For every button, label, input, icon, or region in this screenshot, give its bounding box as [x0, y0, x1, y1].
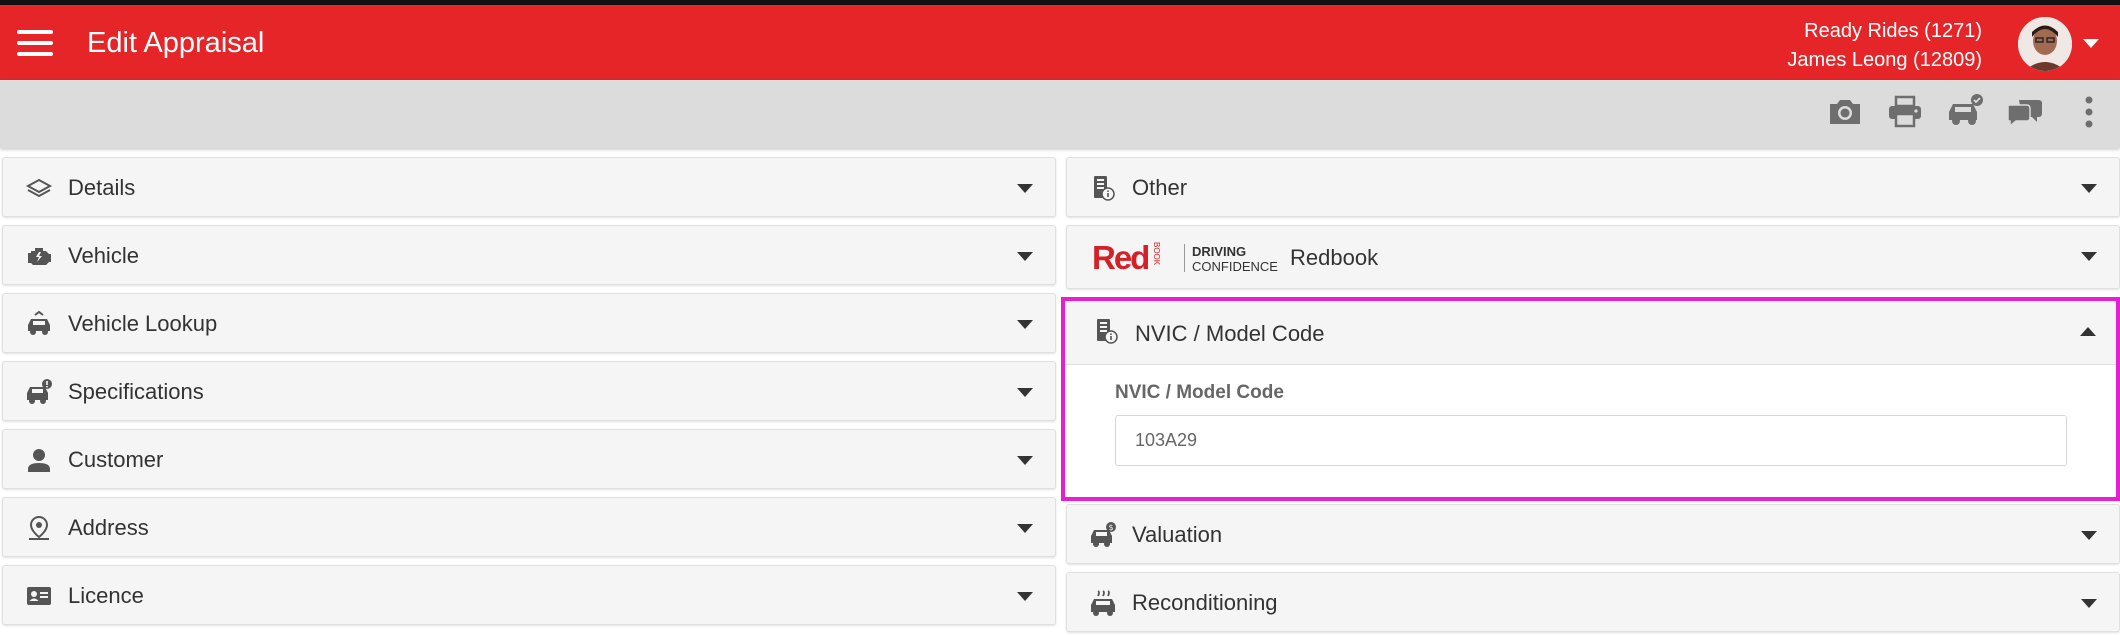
chevron-up-icon: [2080, 327, 2096, 336]
chevron-down-icon: [1017, 184, 1033, 193]
redbook-logo-book: BOOK: [1152, 242, 1161, 266]
chat-icon[interactable]: [2005, 92, 2045, 132]
chevron-down-icon: [1017, 524, 1033, 533]
chevron-down-icon: [2081, 252, 2097, 261]
nvic-field-label: NVIC / Model Code: [1115, 382, 1284, 403]
car-info-icon: [25, 378, 53, 406]
chevron-down-icon: [2081, 531, 2097, 540]
panel-label: Vehicle Lookup: [68, 311, 218, 336]
panel-label: Redbook: [1290, 245, 1379, 270]
panel-redbook[interactable]: Red BOOK DRIVING CONFIDENCE Redbook: [1066, 225, 2120, 289]
panel-other[interactable]: Other: [1066, 157, 2120, 217]
redbook-logo-red: Red: [1092, 239, 1150, 276]
nvic-input[interactable]: [1115, 415, 2067, 466]
chevron-down-icon: [1017, 388, 1033, 397]
chevron-down-icon: [2081, 599, 2097, 608]
vehicle-check-icon[interactable]: [1945, 92, 1985, 132]
page-title: Edit Appraisal: [87, 27, 265, 59]
panel-vehicle[interactable]: Vehicle: [2, 225, 1056, 285]
panel-address[interactable]: Address: [2, 497, 1056, 557]
layers-icon: [25, 174, 53, 202]
panel-header[interactable]: NVIC / Model Code: [1065, 301, 2116, 365]
menu-icon[interactable]: [17, 30, 53, 56]
panel-label: Reconditioning: [1132, 590, 1278, 615]
avatar-image: [2018, 17, 2072, 71]
print-icon[interactable]: [1885, 92, 1925, 132]
engine-icon: [25, 242, 53, 270]
location-icon: [25, 514, 53, 542]
panel-label: Vehicle: [68, 243, 139, 268]
info-doc-icon: [1092, 317, 1120, 345]
panel-vehicle-lookup[interactable]: Vehicle Lookup: [2, 293, 1056, 353]
redbook-logo-driving: DRIVING: [1192, 244, 1247, 259]
panel-customer[interactable]: Customer: [2, 429, 1056, 489]
chevron-down-icon: [1017, 320, 1033, 329]
user-menu-chevron-down-icon[interactable]: [2083, 39, 2099, 48]
chevron-down-icon: [2081, 184, 2097, 193]
redbook-logo: Red BOOK DRIVING CONFIDENCE: [1092, 239, 1278, 276]
panel-label: Address: [68, 515, 149, 540]
car-dollar-icon: $: [1089, 521, 1117, 549]
toolbar: [0, 80, 2120, 148]
chevron-down-icon: [1017, 456, 1033, 465]
panel-label: Valuation: [1132, 522, 1223, 547]
panel-label: NVIC / Model Code: [1135, 321, 1325, 346]
user-name: James Leong (12809): [1787, 49, 1982, 71]
car-wash-icon: [1089, 589, 1117, 617]
chevron-down-icon: [1017, 252, 1033, 261]
user-info[interactable]: Ready Rides (1271) James Leong (12809): [1787, 17, 1982, 75]
panel-reconditioning[interactable]: Reconditioning: [1066, 572, 2120, 632]
person-icon: [25, 446, 53, 474]
panel-nvic-model-code: NVIC / Model Code NVIC / Model Code: [1061, 297, 2120, 501]
panel-licence[interactable]: Licence: [2, 565, 1056, 625]
id-card-icon: [25, 582, 53, 610]
redbook-logo-confidence: CONFIDENCE: [1192, 259, 1278, 274]
panel-label: Details: [68, 175, 136, 200]
panel-label: Specifications: [68, 379, 204, 404]
info-doc-icon: [1089, 174, 1117, 202]
avatar[interactable]: [2018, 17, 2072, 71]
chevron-down-icon: [1017, 592, 1033, 601]
camera-icon[interactable]: [1825, 92, 1865, 132]
panel-specifications[interactable]: Specifications: [2, 361, 1056, 421]
panel-details[interactable]: Details: [2, 157, 1056, 217]
more-vert-icon[interactable]: [2074, 92, 2104, 132]
panel-label: Other: [1132, 175, 1188, 200]
dealer-name: Ready Rides (1271): [1804, 20, 1982, 42]
panel-label: Customer: [68, 447, 164, 472]
panel-valuation[interactable]: $ Valuation: [1066, 504, 2120, 564]
panel-label: Licence: [68, 583, 144, 608]
app-bar: Edit Appraisal Ready Rides (1271) James …: [0, 5, 2120, 80]
redbook-logo-divider: [1184, 244, 1185, 272]
svg-text:$: $: [1108, 523, 1113, 532]
car-search-icon: [25, 310, 53, 338]
